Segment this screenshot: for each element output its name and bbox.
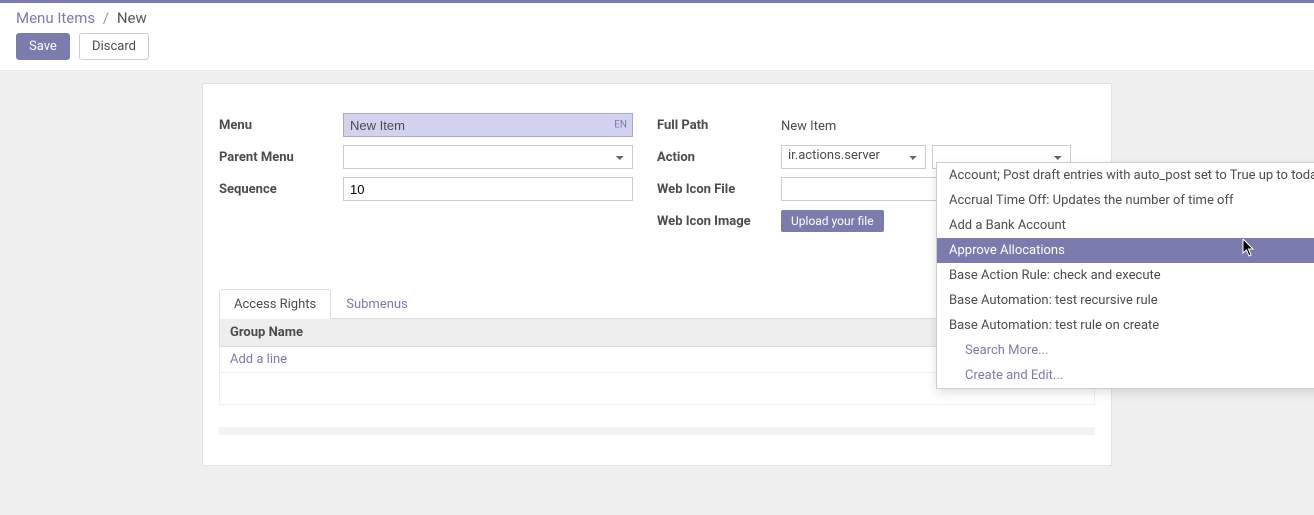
parent-menu-field-row: Parent Menu bbox=[219, 144, 633, 170]
dropdown-item[interactable]: Approve Allocations bbox=[937, 238, 1314, 263]
breadcrumb-separator: / bbox=[103, 9, 109, 27]
left-column: Menu EN Parent Menu Sequence bbox=[219, 112, 657, 240]
dropdown-item[interactable]: Base Action Rule: check and execute bbox=[937, 263, 1314, 288]
dropdown-search-more[interactable]: Search More... bbox=[937, 338, 1314, 363]
dropdown-item[interactable]: Account; Post draft entries with auto_po… bbox=[937, 163, 1314, 188]
dropdown-item[interactable]: Accrual Time Off: Updates the number of … bbox=[937, 188, 1314, 213]
parent-menu-label: Parent Menu bbox=[219, 150, 343, 165]
sheet-footer-strip bbox=[219, 427, 1095, 435]
save-button[interactable]: Save bbox=[16, 33, 70, 60]
action-type-select[interactable]: ir.actions.server bbox=[781, 145, 926, 169]
tab-submenus[interactable]: Submenus bbox=[331, 289, 423, 319]
discard-button[interactable]: Discard bbox=[79, 33, 149, 60]
sequence-field-row: Sequence bbox=[219, 176, 633, 202]
action-dropdown-menu: Account; Post draft entries with auto_po… bbox=[936, 162, 1314, 389]
breadcrumb-current: New bbox=[117, 9, 147, 27]
breadcrumb: Menu Items / New bbox=[16, 9, 1298, 27]
header: Menu Items / New Save Discard bbox=[0, 3, 1314, 71]
full-path-value: New Item bbox=[781, 116, 1071, 134]
sequence-label: Sequence bbox=[219, 182, 343, 197]
tab-access-rights[interactable]: Access Rights bbox=[219, 289, 331, 319]
menu-lang-badge[interactable]: EN bbox=[614, 120, 627, 131]
toolbar: Save Discard bbox=[16, 33, 1298, 60]
dropdown-create-edit[interactable]: Create and Edit... bbox=[937, 363, 1314, 388]
dropdown-item[interactable]: Add a Bank Account bbox=[937, 213, 1314, 238]
sequence-input[interactable] bbox=[343, 177, 633, 201]
web-icon-file-label: Web Icon File bbox=[657, 182, 781, 197]
action-label: Action bbox=[657, 150, 781, 165]
upload-file-button[interactable]: Upload your file bbox=[781, 210, 884, 232]
parent-menu-select[interactable] bbox=[343, 145, 633, 169]
breadcrumb-parent[interactable]: Menu Items bbox=[16, 9, 95, 27]
full-path-field-row: Full Path New Item bbox=[657, 112, 1071, 138]
dropdown-item[interactable]: Base Automation: test rule on create bbox=[937, 313, 1314, 338]
menu-label: Menu bbox=[219, 118, 343, 133]
menu-input[interactable] bbox=[343, 113, 633, 137]
full-path-label: Full Path bbox=[657, 118, 781, 133]
dropdown-item[interactable]: Base Automation: test recursive rule bbox=[937, 288, 1314, 313]
menu-field-row: Menu EN bbox=[219, 112, 633, 138]
web-icon-image-label: Web Icon Image bbox=[657, 214, 781, 229]
